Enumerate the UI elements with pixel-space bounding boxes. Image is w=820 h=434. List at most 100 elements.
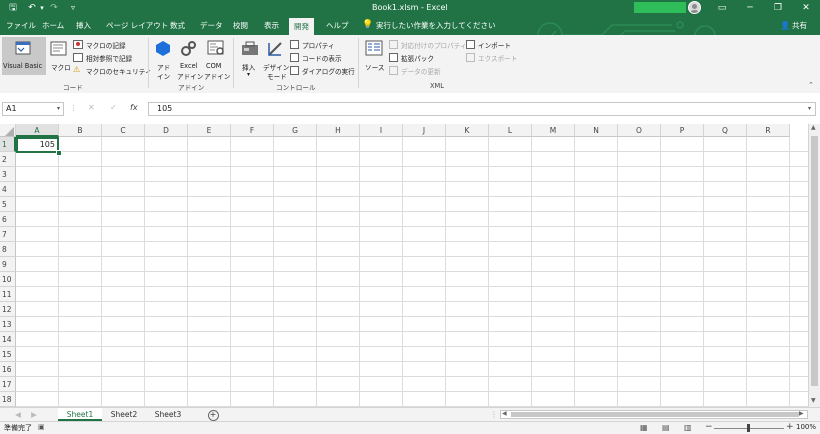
next-sheet-icon[interactable]: ▶ bbox=[30, 408, 38, 421]
map-properties-button[interactable]: 対応付けのプロパティ bbox=[401, 40, 467, 50]
close-icon[interactable]: ✕ bbox=[792, 0, 820, 16]
row-header-7[interactable]: 7 bbox=[0, 227, 16, 242]
column-header-b[interactable]: B bbox=[59, 124, 102, 137]
name-box[interactable]: A1 ▾ bbox=[2, 102, 64, 116]
column-header-g[interactable]: G bbox=[274, 124, 317, 137]
customize-qat-icon[interactable]: ▿ bbox=[68, 0, 78, 16]
row-header-9[interactable]: 9 bbox=[0, 257, 16, 272]
properties-button[interactable]: プロパティ bbox=[302, 40, 335, 50]
restore-icon[interactable]: ❐ bbox=[764, 0, 792, 16]
view-code-button[interactable]: コードの表示 bbox=[302, 53, 342, 63]
column-header-a[interactable]: A bbox=[16, 124, 59, 137]
tab-data[interactable]: データ bbox=[200, 16, 223, 35]
export-button[interactable]: エクスポート bbox=[478, 53, 517, 63]
horizontal-scrollbar[interactable]: ◀ ▶ bbox=[500, 410, 808, 419]
expand-formula-icon[interactable]: ▾ bbox=[808, 103, 811, 115]
row-header-2[interactable]: 2 bbox=[0, 152, 16, 167]
tab-home[interactable]: ホーム bbox=[42, 16, 64, 35]
column-header-i[interactable]: I bbox=[360, 124, 403, 137]
sheet-tab-sheet2[interactable]: Sheet2 bbox=[104, 408, 144, 421]
undo-icon[interactable]: ↶ bbox=[26, 0, 38, 16]
zoom-slider-thumb[interactable] bbox=[747, 424, 750, 432]
row-header-14[interactable]: 14 bbox=[0, 332, 16, 347]
worksheet-grid[interactable]: ABCDEFGHIJKLMNOPQR 1 2 3 4 5 6 7 8 9 10 11 12 13 14 15… bbox=[0, 124, 808, 407]
vertical-scrollbar[interactable]: ▲ ▼ bbox=[808, 124, 820, 407]
row-header-18[interactable]: 18 bbox=[0, 392, 16, 407]
row-header-12[interactable]: 12 bbox=[0, 302, 16, 317]
macro-record-status-icon[interactable]: ▣ bbox=[38, 423, 45, 431]
row-header-3[interactable]: 3 bbox=[0, 167, 16, 182]
zoom-in-button[interactable]: + bbox=[786, 422, 794, 432]
avatar[interactable] bbox=[688, 1, 701, 14]
design-mode-button[interactable]: デザイン モード bbox=[263, 37, 289, 81]
insert-control-button[interactable]: 挿入 ▾ bbox=[238, 37, 262, 81]
addins-button[interactable]: アド イン bbox=[153, 37, 175, 81]
lightbulb-icon[interactable]: 💡 bbox=[362, 16, 373, 35]
ribbon-display-options-icon[interactable]: ▭ bbox=[708, 0, 736, 16]
column-header-m[interactable]: M bbox=[532, 124, 575, 137]
row-header-4[interactable]: 4 bbox=[0, 182, 16, 197]
scroll-left-icon[interactable]: ◀ bbox=[502, 410, 507, 417]
column-header-k[interactable]: K bbox=[446, 124, 489, 137]
row-header-8[interactable]: 8 bbox=[0, 242, 16, 257]
row-header-13[interactable]: 13 bbox=[0, 317, 16, 332]
visual-basic-button[interactable]: Visual Basic bbox=[2, 37, 46, 75]
column-header-c[interactable]: C bbox=[102, 124, 145, 137]
cancel-icon[interactable]: ✕ bbox=[88, 103, 95, 112]
refresh-data-button[interactable]: データの更新 bbox=[401, 66, 441, 76]
column-header-d[interactable]: D bbox=[145, 124, 188, 137]
minimize-icon[interactable]: ─ bbox=[736, 0, 764, 16]
add-sheet-icon[interactable]: + bbox=[206, 408, 220, 421]
vertical-scroll-thumb[interactable] bbox=[811, 136, 818, 386]
column-header-j[interactable]: J bbox=[403, 124, 446, 137]
tab-view[interactable]: 表示 bbox=[264, 16, 279, 35]
relative-reference-button[interactable]: 相対参照で記録 bbox=[86, 53, 132, 63]
row-header-17[interactable]: 17 bbox=[0, 377, 16, 392]
fill-handle[interactable] bbox=[56, 150, 62, 156]
column-header-p[interactable]: P bbox=[661, 124, 704, 137]
tab-page-layout[interactable]: ページ レイアウト bbox=[106, 16, 168, 35]
row-header-5[interactable]: 5 bbox=[0, 197, 16, 212]
page-break-preview-icon[interactable]: ▥ bbox=[684, 423, 692, 432]
run-dialog-button[interactable]: ダイアログの実行 bbox=[302, 66, 355, 76]
page-layout-view-icon[interactable]: ▤ bbox=[662, 423, 670, 432]
user-name-bar[interactable] bbox=[634, 2, 686, 13]
row-header-1[interactable]: 1 bbox=[0, 137, 16, 152]
sheet-tab-sheet3[interactable]: Sheet3 bbox=[148, 408, 188, 421]
column-header-h[interactable]: H bbox=[317, 124, 360, 137]
column-header-n[interactable]: N bbox=[575, 124, 618, 137]
share-button[interactable]: 共有 bbox=[792, 16, 807, 35]
select-all-corner[interactable] bbox=[0, 124, 16, 137]
tell-me-search[interactable]: 実行したい作業を入力してください bbox=[376, 16, 496, 35]
macro-security-button[interactable]: マクロのセキュリティ bbox=[86, 66, 152, 76]
column-header-q[interactable]: Q bbox=[704, 124, 747, 137]
horizontal-scroll-thumb[interactable] bbox=[511, 412, 799, 417]
tab-file[interactable]: ファイル bbox=[6, 16, 36, 35]
save-icon[interactable]: 🖫 bbox=[6, 0, 20, 16]
row-header-10[interactable]: 10 bbox=[0, 272, 16, 287]
scroll-down-icon[interactable]: ▼ bbox=[811, 397, 816, 404]
column-header-f[interactable]: F bbox=[231, 124, 274, 137]
excel-addins-button[interactable]: Excel アドイン bbox=[177, 37, 203, 81]
macro-button[interactable]: マクロ bbox=[47, 37, 71, 75]
column-header-e[interactable]: E bbox=[188, 124, 231, 137]
enter-icon[interactable]: ✓ bbox=[110, 103, 117, 112]
record-macro-button[interactable]: マクロの記録 bbox=[86, 40, 126, 50]
row-header-15[interactable]: 15 bbox=[0, 347, 16, 362]
scroll-right-icon[interactable]: ▶ bbox=[799, 410, 804, 417]
sheet-tab-sheet1[interactable]: Sheet1 bbox=[58, 408, 102, 421]
tab-review[interactable]: 校閲 bbox=[233, 16, 248, 35]
insert-function-icon[interactable]: fx bbox=[130, 103, 138, 112]
row-header-11[interactable]: 11 bbox=[0, 287, 16, 302]
tab-formulas[interactable]: 数式 bbox=[170, 16, 185, 35]
scroll-up-icon[interactable]: ▲ bbox=[811, 124, 816, 131]
normal-view-icon[interactable]: ▦ bbox=[640, 423, 648, 432]
column-header-r[interactable]: R bbox=[747, 124, 790, 137]
redo-icon[interactable]: ↷ bbox=[48, 0, 60, 16]
share-icon[interactable]: 👤 bbox=[780, 16, 790, 35]
column-header-o[interactable]: O bbox=[618, 124, 661, 137]
formula-input[interactable]: 105 ▾ bbox=[148, 102, 816, 116]
tab-insert[interactable]: 挿入 bbox=[76, 16, 91, 35]
prev-sheet-icon[interactable]: ◀ bbox=[14, 408, 22, 421]
row-header-6[interactable]: 6 bbox=[0, 212, 16, 227]
